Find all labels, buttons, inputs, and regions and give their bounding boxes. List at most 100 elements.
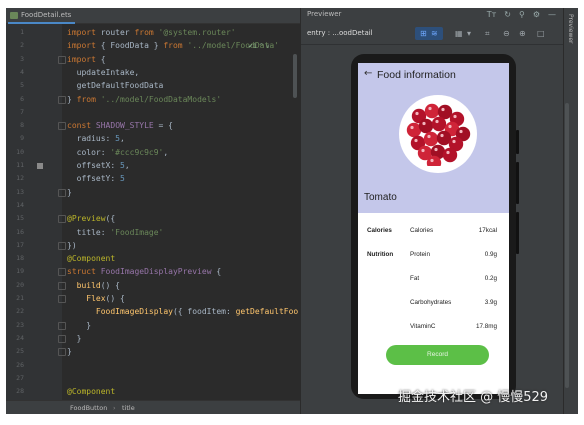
- code-line[interactable]: 18 @Component: [6, 252, 300, 265]
- code-text[interactable]: import {: [67, 53, 106, 66]
- fold-marker-icon[interactable]: [58, 188, 66, 197]
- line-number: 18: [16, 254, 24, 263]
- rotate-icon[interactable]: ⌗: [485, 29, 490, 39]
- code-line[interactable]: 11 offsetX: 5,: [6, 159, 300, 172]
- chevron-down-icon[interactable]: ▾: [467, 29, 471, 38]
- code-line[interactable]: 16 title: 'FoodImage': [6, 226, 300, 239]
- nutrient-value: 3.9g: [484, 299, 497, 306]
- code-text[interactable]: } from '../model/FoodDataModels': [67, 93, 221, 106]
- fold-marker-icon[interactable]: [58, 268, 66, 277]
- code-line[interactable]: 28 @Component: [6, 385, 300, 398]
- code-line[interactable]: 6} from '../model/FoodDataModels': [6, 93, 300, 106]
- nutrient-name: Calories: [410, 227, 434, 234]
- code-line[interactable]: 20 build() {: [6, 279, 300, 292]
- code-line[interactable]: 22 FoodImageDisplay({ foodItem: getDefau…: [6, 305, 300, 318]
- font-size-icon[interactable]: Tт: [487, 10, 497, 19]
- code-text[interactable]: }: [67, 319, 91, 332]
- fold-marker-icon[interactable]: [58, 321, 66, 330]
- breadcrumb-item[interactable]: title: [122, 401, 135, 414]
- editor-scrollbar[interactable]: [293, 54, 297, 98]
- minimize-icon[interactable]: —: [548, 10, 556, 19]
- previewer-side-tab[interactable]: Previewer: [567, 14, 574, 44]
- code-line[interactable]: 8 const SHADOW_STYLE = {: [6, 119, 300, 132]
- fold-marker-icon[interactable]: [58, 241, 66, 250]
- code-text[interactable]: updateIntake,: [67, 66, 140, 79]
- fold-marker-icon[interactable]: [58, 215, 66, 224]
- layers-icon[interactable]: ≋: [431, 29, 438, 38]
- code-text[interactable]: import router from '@system.router': [67, 26, 236, 39]
- code-line[interactable]: 23 }: [6, 319, 300, 332]
- code-line[interactable]: 3 import {: [6, 53, 300, 66]
- code-line[interactable]: 9 radius: 5,: [6, 132, 300, 145]
- code-text[interactable]: }: [67, 186, 72, 199]
- line-number: 19: [16, 267, 24, 276]
- code-text[interactable]: color: '#ccc9c9c9',: [67, 146, 169, 159]
- device-side-button: [516, 162, 519, 204]
- code-line[interactable]: 12 offsetY: 5: [6, 172, 300, 185]
- code-line[interactable]: 13}: [6, 186, 300, 199]
- code-text[interactable]: @Preview({: [67, 212, 115, 225]
- line-number: 2: [20, 41, 24, 50]
- code-text[interactable]: FoodImageDisplay({ foodItem: getDefaultF…: [67, 305, 298, 318]
- fold-marker-icon[interactable]: [58, 348, 66, 357]
- code-text[interactable]: }: [67, 332, 82, 345]
- inspection-status[interactable]: ✔1 ^ ∨: [248, 43, 270, 50]
- fold-marker-icon[interactable]: [58, 122, 66, 131]
- code-editor[interactable]: 1 import router from '@system.router' 2 imp…: [6, 24, 303, 414]
- previewer-scrollbar[interactable]: [565, 103, 569, 388]
- code-text[interactable]: offsetY: 5: [67, 172, 125, 185]
- code-text[interactable]: getDefaultFoodData: [67, 79, 164, 92]
- code-line[interactable]: 25}: [6, 345, 300, 358]
- code-text[interactable]: build() {: [67, 279, 120, 292]
- zoom-out-icon[interactable]: ⊖: [503, 29, 510, 38]
- back-arrow-icon[interactable]: ←: [364, 68, 372, 79]
- record-button[interactable]: Record: [386, 345, 489, 365]
- code-line[interactable]: 14: [6, 199, 300, 212]
- code-text[interactable]: offsetX: 5,: [67, 159, 130, 172]
- fold-marker-icon[interactable]: [58, 55, 66, 64]
- code-text[interactable]: struct FoodImageDisplayPreview {: [67, 265, 221, 278]
- code-text[interactable]: Flex() {: [67, 292, 125, 305]
- code-text[interactable]: @Component: [67, 252, 115, 265]
- code-text[interactable]: radius: 5,: [67, 132, 125, 145]
- code-line[interactable]: 24 }: [6, 332, 300, 345]
- entry-selector[interactable]: entry : ...oodDetail: [307, 29, 373, 37]
- zoom-in-icon[interactable]: ⊕: [519, 29, 526, 38]
- fit-screen-icon[interactable]: □: [537, 29, 545, 38]
- code-line[interactable]: 5 getDefaultFoodData: [6, 79, 300, 92]
- code-line[interactable]: 27: [6, 372, 300, 385]
- code-text[interactable]: }): [67, 239, 77, 252]
- gear-icon[interactable]: ⚙: [533, 10, 540, 19]
- berry-highlight: [441, 107, 445, 112]
- code-line[interactable]: 7: [6, 106, 300, 119]
- code-text[interactable]: @Component: [67, 385, 115, 398]
- line-number: 20: [16, 280, 24, 289]
- berry-highlight: [410, 125, 414, 130]
- fold-marker-icon[interactable]: [58, 95, 66, 104]
- line-number: 17: [16, 240, 24, 249]
- filter-icon[interactable]: ⚲: [519, 10, 525, 19]
- code-line[interactable]: 26: [6, 359, 300, 372]
- inspect-icon[interactable]: ⊞: [420, 29, 427, 38]
- refresh-icon[interactable]: ↻: [504, 10, 511, 19]
- device-icon[interactable]: ▦: [455, 29, 463, 38]
- fold-marker-icon[interactable]: [58, 295, 66, 303]
- food-image: [399, 95, 477, 173]
- code-line[interactable]: 15 @Preview({: [6, 212, 300, 225]
- code-line[interactable]: 10 color: '#ccc9c9c9',: [6, 146, 300, 159]
- code-text[interactable]: const SHADOW_STYLE = {: [67, 119, 173, 132]
- line-number: 15: [16, 214, 24, 223]
- code-line[interactable]: 17}): [6, 239, 300, 252]
- code-text[interactable]: }: [67, 345, 72, 358]
- fold-marker-icon[interactable]: [58, 281, 66, 290]
- device-side-button: [516, 130, 519, 154]
- code-text[interactable]: title: 'FoodImage': [67, 226, 164, 239]
- file-tab[interactable]: FoodDetail.ets: [8, 9, 76, 24]
- code-line[interactable]: 4 updateIntake,: [6, 66, 300, 79]
- code-line[interactable]: 19 struct FoodImageDisplayPreview {: [6, 265, 300, 278]
- fold-marker-icon[interactable]: [58, 334, 66, 343]
- code-line[interactable]: 21 Flex() {: [6, 292, 300, 305]
- code-line[interactable]: 1 import router from '@system.router': [6, 26, 300, 39]
- breadcrumb-item[interactable]: FoodButton: [70, 401, 107, 414]
- nutrient-name: Carbohydrates: [410, 299, 452, 306]
